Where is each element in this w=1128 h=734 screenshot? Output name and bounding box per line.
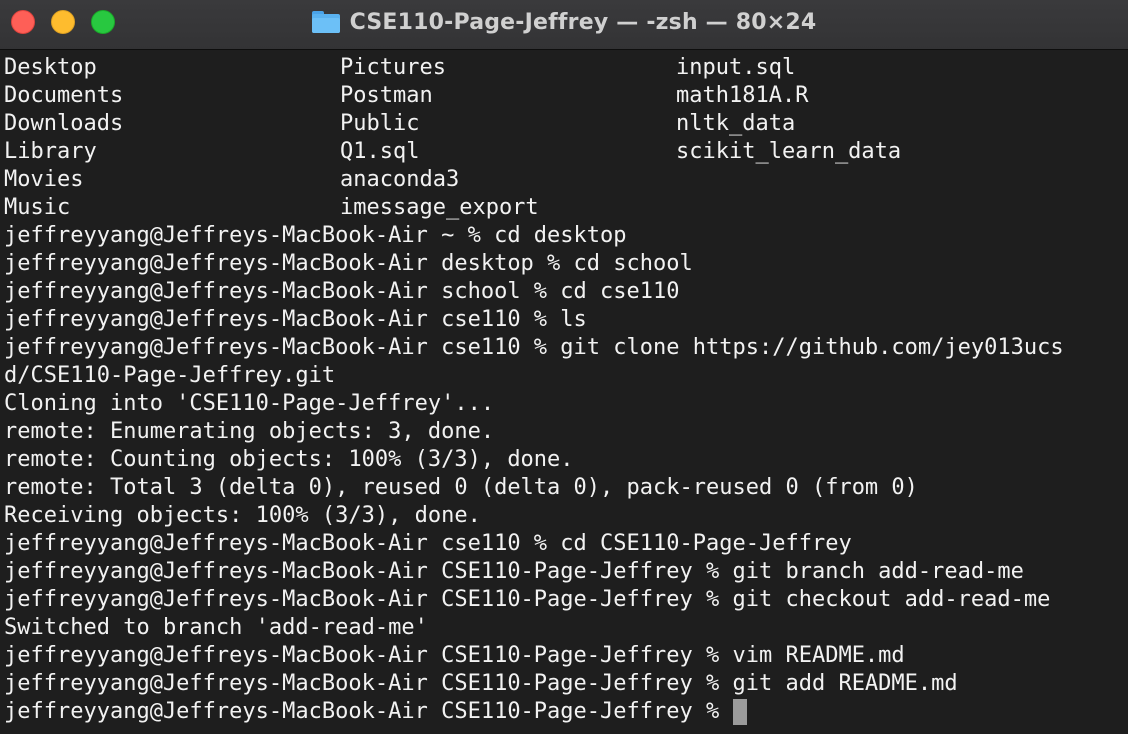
text-cursor [733, 699, 748, 725]
listing-entry: math181A.R [676, 83, 809, 108]
listing-entry: input.sql [676, 55, 796, 80]
terminal-line: Receiving objects: 100% (3/3), done. [4, 503, 481, 528]
terminal-line: jeffreyyang@Jeffreys-MacBook-Air ~ % cd … [4, 223, 627, 248]
terminal-line: remote: Total 3 (delta 0), reused 0 (del… [4, 475, 918, 500]
terminal-line: jeffreyyang@Jeffreys-MacBook-Air cse110 … [4, 307, 587, 332]
terminal-line: jeffreyyang@Jeffreys-MacBook-Air desktop… [4, 251, 693, 276]
listing-entry: Documents [4, 83, 124, 108]
listing-entry: imessage_export [340, 195, 539, 220]
window-title: CSE110-Page-Jeffrey — -zsh — 80×24 [349, 9, 817, 35]
window-title-group: CSE110-Page-Jeffrey — -zsh — 80×24 [0, 0, 1128, 44]
listing-entry: Downloads [4, 111, 124, 136]
shell-prompt: jeffreyyang@Jeffreys-MacBook-Air CSE110-… [4, 699, 720, 724]
listing-entry: scikit_learn_data [676, 139, 902, 164]
listing-row: Library Q1.sql scikit_learn_data [4, 138, 1064, 166]
terminal-line: remote: Enumerating objects: 3, done. [4, 419, 495, 444]
listing-entry: nltk_data [676, 111, 796, 136]
terminal-line: jeffreyyang@Jeffreys-MacBook-Air cse110 … [4, 335, 1064, 360]
folder-icon [311, 11, 340, 33]
listing-entry: Public [340, 111, 420, 136]
terminal-lines: Desktop Pictures input.sql Documents Postma… [4, 54, 1064, 726]
listing-entry: Movies [4, 167, 84, 192]
terminal-content[interactable]: Desktop Pictures input.sql Documents Postma… [0, 51, 1128, 734]
listing-entry: Music [4, 195, 71, 220]
terminal-line: remote: Counting objects: 100% (3/3), do… [4, 447, 574, 472]
listing-row: Documents Postman math181A.R [4, 82, 1064, 110]
terminal-line: jeffreyyang@Jeffreys-MacBook-Air CSE110-… [4, 643, 905, 668]
listing-entry: Pictures [340, 55, 446, 80]
prompt-line[interactable]: jeffreyyang@Jeffreys-MacBook-Air CSE110-… [4, 698, 1064, 726]
listing-entry: Postman [340, 83, 433, 108]
terminal-line: jeffreyyang@Jeffreys-MacBook-Air CSE110-… [4, 559, 1024, 584]
terminal-line: jeffreyyang@Jeffreys-MacBook-Air CSE110-… [4, 671, 958, 696]
terminal-line: jeffreyyang@Jeffreys-MacBook-Air CSE110-… [4, 587, 1051, 612]
terminal-line: jeffreyyang@Jeffreys-MacBook-Air school … [4, 279, 680, 304]
listing-row: Movies anaconda3 [4, 166, 1064, 194]
listing-entry: Q1.sql [340, 139, 420, 164]
listing-row: Music imessage_export [4, 194, 1064, 222]
terminal-line: d/CSE110-Page-Jeffrey.git [4, 363, 336, 388]
listing-entry: Library [4, 139, 97, 164]
listing-entry: Desktop [4, 55, 97, 80]
listing-entry: anaconda3 [340, 167, 460, 192]
terminal-line: Cloning into 'CSE110-Page-Jeffrey'... [4, 391, 495, 416]
title-bar[interactable]: CSE110-Page-Jeffrey — -zsh — 80×24 [0, 0, 1128, 50]
terminal-line: jeffreyyang@Jeffreys-MacBook-Air cse110 … [4, 531, 852, 556]
terminal-window: CSE110-Page-Jeffrey — -zsh — 80×24 Deskt… [0, 0, 1128, 734]
terminal-line: Switched to branch 'add-read-me' [4, 615, 428, 640]
listing-row: Desktop Pictures input.sql [4, 54, 1064, 82]
listing-row: Downloads Public nltk_data [4, 110, 1064, 138]
